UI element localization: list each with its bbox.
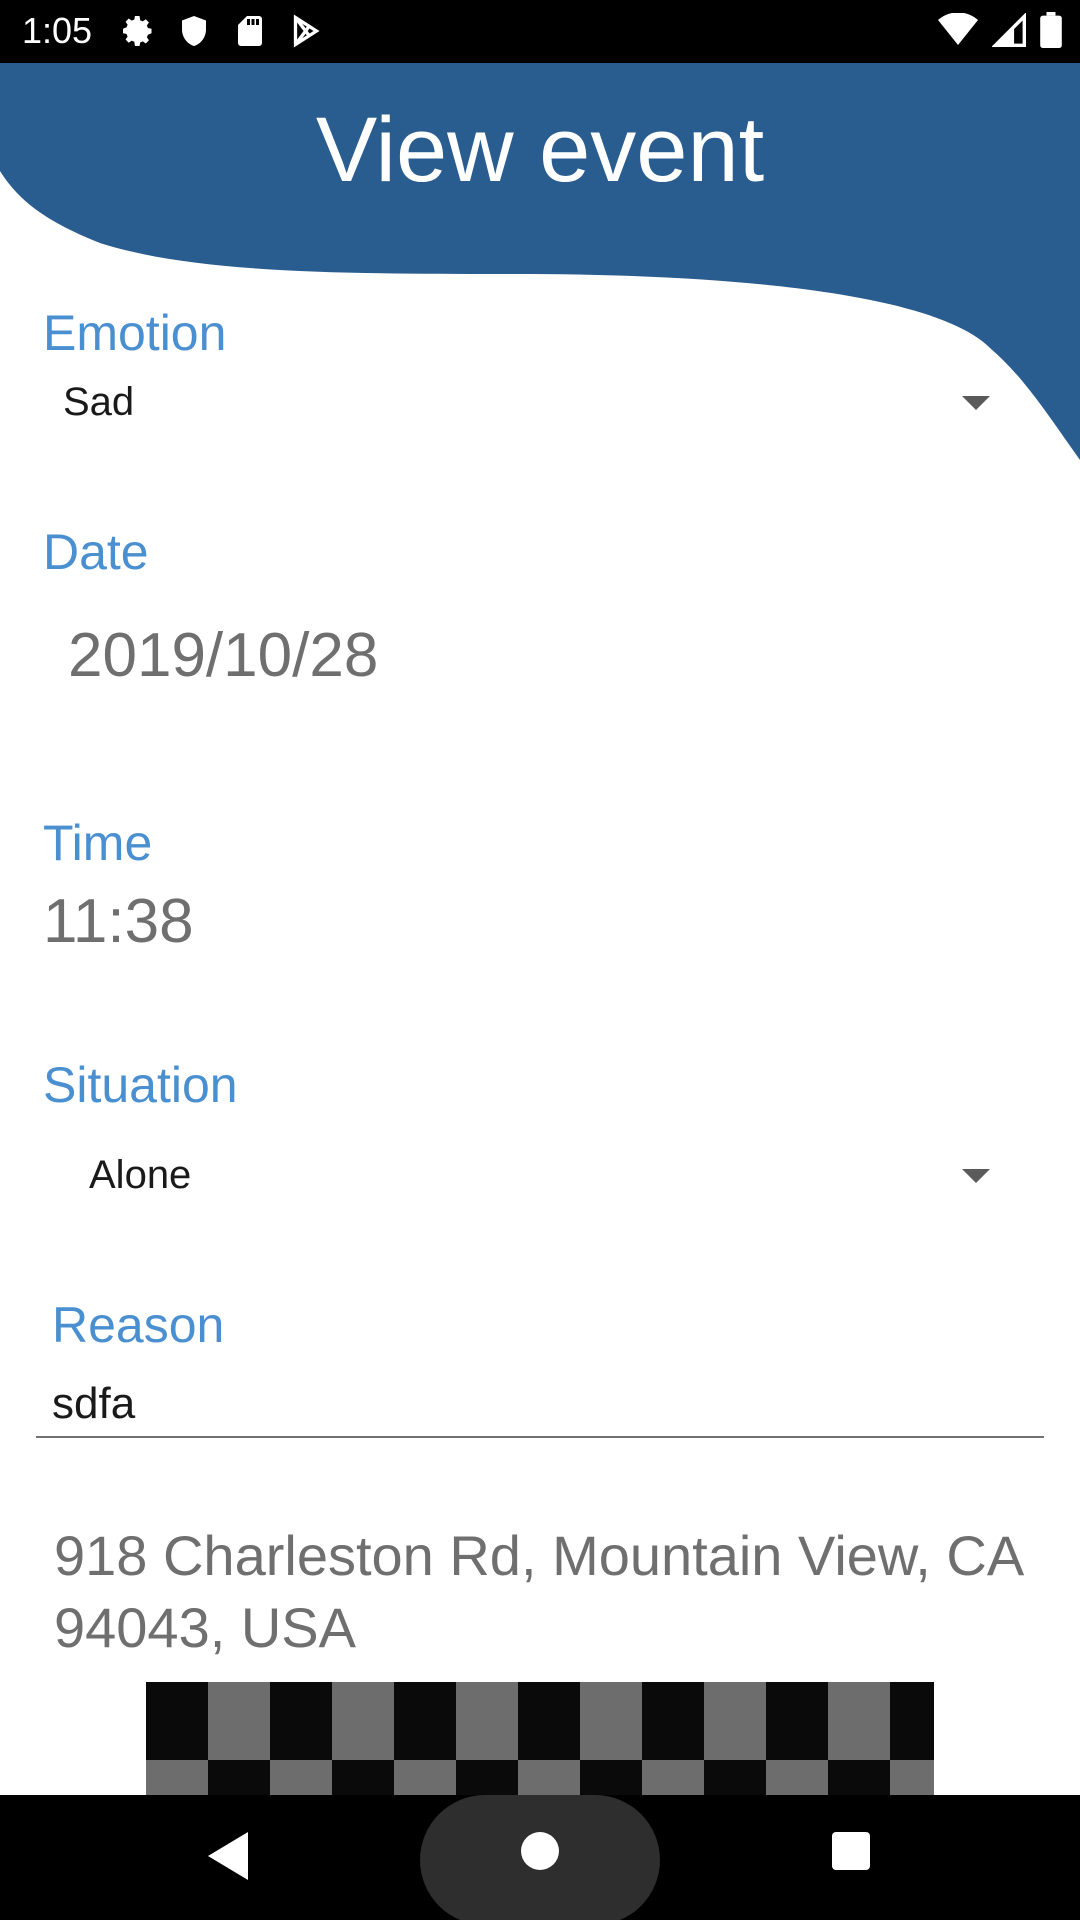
shield-icon bbox=[176, 13, 212, 49]
date-label: Date bbox=[43, 524, 149, 580]
map-image-row bbox=[146, 1760, 934, 1795]
chevron-down-icon bbox=[962, 1169, 990, 1183]
status-icons-right bbox=[938, 12, 1062, 48]
reason-input[interactable] bbox=[36, 1372, 1044, 1438]
gear-icon bbox=[120, 13, 156, 49]
battery-icon bbox=[1040, 12, 1062, 48]
status-icons-left bbox=[120, 13, 324, 49]
sd-card-icon bbox=[232, 13, 268, 49]
navigation-bar bbox=[0, 1795, 1080, 1920]
situation-label: Situation bbox=[43, 1057, 238, 1113]
emotion-select-value: Sad bbox=[63, 380, 135, 424]
location-map-image bbox=[146, 1682, 934, 1795]
time-label: Time bbox=[43, 815, 153, 871]
situation-select-value: Alone bbox=[89, 1153, 192, 1197]
back-icon[interactable] bbox=[208, 1832, 248, 1880]
home-icon[interactable] bbox=[521, 1832, 559, 1870]
status-bar: 1:05 bbox=[0, 0, 1080, 63]
cell-signal-icon bbox=[992, 13, 1026, 47]
time-value[interactable]: 11:38 bbox=[43, 886, 194, 958]
view-event-screen: 1:05 View event Emotion Sad Date 2019/10… bbox=[0, 0, 1080, 1920]
status-time: 1:05 bbox=[22, 10, 93, 51]
chevron-down-icon bbox=[962, 396, 990, 410]
reason-label: Reason bbox=[52, 1297, 225, 1353]
wifi-icon bbox=[938, 13, 978, 47]
emotion-label: Emotion bbox=[43, 305, 227, 361]
date-value[interactable]: 2019/10/28 bbox=[68, 620, 378, 692]
play-store-icon bbox=[288, 13, 324, 49]
address-text: 918 Charleston Rd, Mountain View, CA 940… bbox=[54, 1524, 1022, 1659]
recents-icon[interactable] bbox=[832, 1832, 870, 1870]
situation-select[interactable]: Alone bbox=[43, 1148, 1003, 1218]
event-form: Emotion Sad Date 2019/10/28 Time 11:38 S… bbox=[0, 0, 1080, 1795]
emotion-select[interactable]: Sad bbox=[43, 375, 1003, 445]
